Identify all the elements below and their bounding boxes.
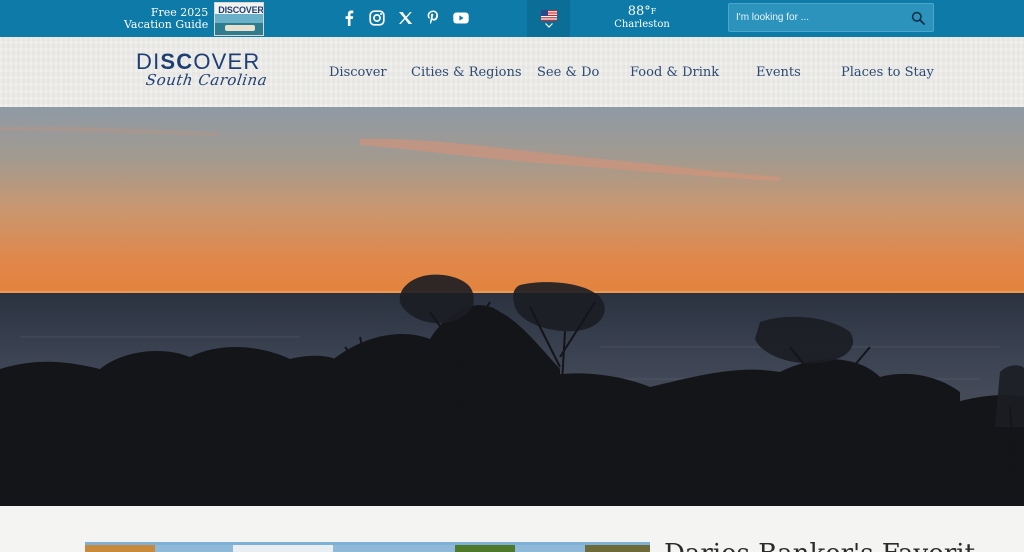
weather-temperature: 88°F — [612, 4, 672, 19]
x-icon[interactable] — [392, 6, 418, 30]
vacation-guide-line2[interactable]: Vacation Guide — [124, 18, 208, 31]
social-links — [336, 6, 476, 30]
hero-image-sunset-ocean — [0, 107, 1024, 506]
nav-item-cities-regions[interactable]: Cities & Regions — [411, 64, 522, 82]
temperature-unit: F — [650, 7, 657, 16]
search-icon[interactable] — [911, 11, 925, 25]
pinterest-icon[interactable] — [420, 6, 446, 30]
main-navigation-bar: DISCOVER South Carolina Discover Cities … — [0, 37, 1024, 107]
search-input[interactable] — [729, 4, 905, 31]
nav-item-discover[interactable]: Discover — [329, 64, 387, 82]
temperature-value: 88° — [627, 4, 651, 19]
nav-item-events[interactable]: Events — [756, 64, 801, 82]
site-search — [728, 3, 934, 32]
feature-card-image[interactable] — [85, 542, 650, 552]
vacation-guide-cover-thumbnail[interactable]: DISCOVER — [214, 1, 265, 36]
vacation-guide-text[interactable]: Free 2025 Vacation Guide — [124, 6, 208, 31]
nav-item-places-to-stay[interactable]: Places to Stay — [841, 64, 934, 82]
vacation-guide-promo[interactable]: Free 2025 Vacation Guide DISCOVER — [124, 1, 265, 36]
guide-cover-beach — [225, 24, 256, 31]
utility-bar: Free 2025 Vacation Guide DISCOVER 88°F C… — [0, 0, 1024, 37]
language-selector[interactable] — [527, 0, 570, 37]
nav-item-see-do[interactable]: See & Do — [537, 64, 599, 82]
youtube-icon[interactable] — [448, 6, 474, 30]
weather-widget: 88°F Charleston — [612, 4, 672, 31]
instagram-icon[interactable] — [364, 6, 390, 30]
us-flag-icon — [540, 10, 557, 21]
content-section: Daries Banker's Favorit — [0, 506, 1024, 552]
facebook-icon[interactable] — [336, 6, 362, 30]
hero-scene — [0, 107, 1024, 506]
feature-card-image-scene — [85, 545, 650, 552]
weather-city: Charleston — [614, 19, 670, 30]
nav-item-food-drink[interactable]: Food & Drink — [630, 64, 719, 82]
feature-card-title[interactable]: Daries Banker's Favorit — [664, 539, 975, 552]
primary-menu: Discover Cities & Regions See & Do Food … — [0, 64, 1024, 84]
guide-cover-logo: DISCOVER — [218, 4, 264, 15]
chevron-down-icon — [544, 23, 553, 28]
vacation-guide-line1[interactable]: Free 2025 — [124, 6, 208, 19]
